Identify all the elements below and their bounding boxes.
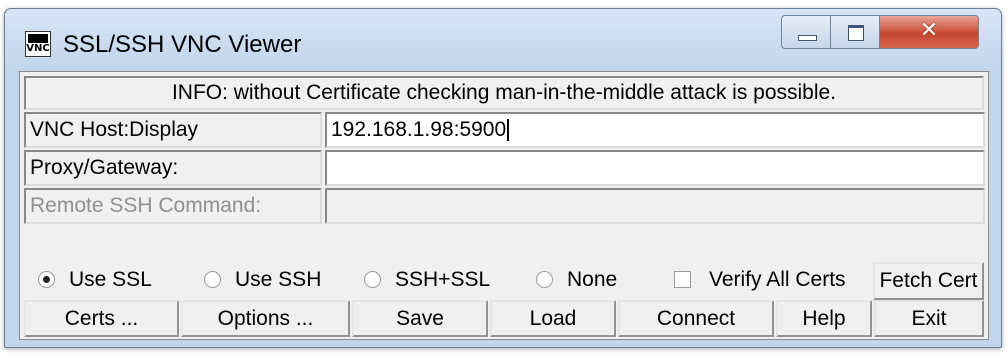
radio-ssh-ssl-label: SSH+SSL bbox=[395, 268, 491, 291]
proxy-input[interactable] bbox=[325, 150, 985, 186]
verify-all-certs-checkbox[interactable]: Verify All Certs bbox=[674, 268, 846, 292]
radio-none[interactable]: None bbox=[536, 268, 617, 292]
client-area: INFO: without Certificate checking man-i… bbox=[19, 71, 989, 340]
host-label: VNC Host:Display bbox=[24, 112, 322, 148]
remote-ssh-command-input[interactable] bbox=[325, 188, 985, 224]
exit-button[interactable]: Exit bbox=[874, 300, 984, 337]
fetch-cert-button[interactable]: Fetch Cert bbox=[873, 262, 984, 300]
checkbox-icon bbox=[674, 271, 691, 288]
window-title: SSL/SSH VNC Viewer bbox=[63, 31, 302, 58]
proxy-label: Proxy/Gateway: bbox=[24, 150, 322, 186]
radio-use-ssh[interactable]: Use SSH bbox=[204, 268, 321, 292]
radio-use-ssl[interactable]: Use SSL bbox=[38, 268, 152, 292]
connect-button[interactable]: Connect bbox=[618, 300, 774, 337]
connection-mode-group: Use SSL Use SSH SSH+SSL None Verify All … bbox=[24, 262, 984, 298]
remote-ssh-command-label: Remote SSH Command: bbox=[24, 188, 322, 224]
host-input-value: 192.168.1.98:5900 bbox=[331, 118, 507, 141]
radio-none-label: None bbox=[567, 268, 618, 291]
maximize-icon bbox=[848, 25, 864, 41]
vnc-viewer-window: VNC SSL/SSH VNC Viewer ✕ INFO: without C… bbox=[4, 8, 1002, 348]
title-bar[interactable]: VNC SSL/SSH VNC Viewer ✕ bbox=[5, 9, 1001, 71]
close-icon: ✕ bbox=[919, 18, 939, 43]
save-button[interactable]: Save bbox=[352, 300, 488, 337]
help-button[interactable]: Help bbox=[776, 300, 872, 337]
radio-use-ssh-label: Use SSH bbox=[235, 268, 322, 291]
minimize-icon bbox=[798, 35, 817, 41]
radio-use-ssl-label: Use SSL bbox=[69, 268, 152, 291]
info-banner: INFO: without Certificate checking man-i… bbox=[24, 76, 984, 110]
radio-ssh-ssl[interactable]: SSH+SSL bbox=[364, 268, 490, 292]
maximize-button[interactable] bbox=[830, 15, 880, 49]
radio-unselected-icon bbox=[364, 271, 381, 288]
options-button[interactable]: Options ... bbox=[181, 300, 350, 337]
vnc-app-icon: VNC bbox=[25, 31, 51, 57]
verify-all-certs-label: Verify All Certs bbox=[709, 268, 846, 291]
text-caret bbox=[507, 119, 510, 142]
host-input[interactable]: 192.168.1.98:5900 bbox=[325, 112, 985, 148]
certs-button[interactable]: Certs ... bbox=[24, 300, 179, 337]
close-button[interactable]: ✕ bbox=[879, 15, 979, 49]
radio-unselected-icon bbox=[536, 271, 553, 288]
load-button[interactable]: Load bbox=[490, 300, 616, 337]
radio-unselected-icon bbox=[204, 271, 221, 288]
minimize-button[interactable] bbox=[781, 15, 831, 49]
radio-selected-icon bbox=[38, 271, 55, 288]
